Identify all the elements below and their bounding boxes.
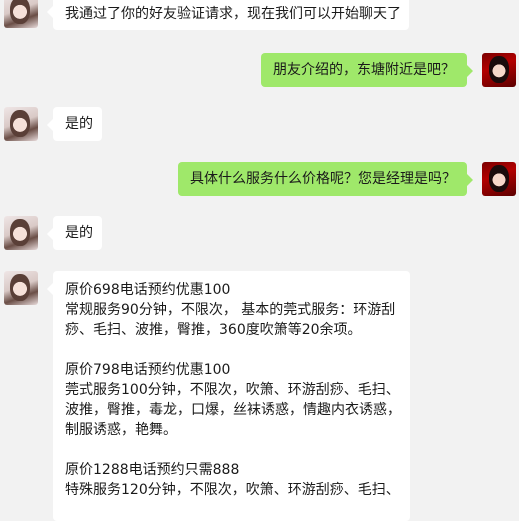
message-bubble-received: 是的 [47, 107, 102, 141]
user-avatar[interactable] [482, 53, 516, 87]
contact-avatar[interactable] [4, 0, 38, 28]
message-line: 莞式服务100分钟，不限次，吹箫、环游刮痧、毛扫、 [65, 382, 400, 398]
message-bubble-received-long: 原价698电话预约优惠100 常规服务90分钟，不限次， 基本的莞式服务：环游刮… [47, 271, 410, 521]
message-text: 是的 [65, 225, 93, 241]
contact-avatar[interactable] [4, 107, 38, 141]
message-bubble-received: 我通过了你的好友验证请求，现在我们可以开始聊天了 [47, 0, 409, 30]
message-line: 原价1288电话预约只需888 [65, 462, 240, 478]
contact-avatar[interactable] [4, 216, 38, 250]
message-line: 制服诱惑，艳舞。 [65, 422, 177, 438]
message-bubble-received: 是的 [47, 216, 102, 250]
message-line-gap [65, 440, 398, 460]
user-avatar[interactable] [482, 162, 516, 196]
contact-avatar[interactable] [4, 271, 38, 305]
message-line: 波推，臀推，毒龙，口爆，丝袜诱惑，情趣内衣诱惑， [65, 402, 401, 418]
message-line-gap [65, 340, 398, 360]
message-line: 原价698电话预约优惠100 [65, 282, 231, 298]
message-line: 特殊服务120分钟，不限次，吹箫、环游刮痧、毛扫、 [65, 482, 400, 498]
message-line: 痧、毛扫、波推，臀推，360度吹箫等20余项。 [65, 322, 362, 338]
message-bubble-sent: 朋友介绍的，东塘附近是吧？ [261, 53, 473, 87]
message-line: 常规服务90分钟，不限次， 基本的莞式服务：环游刮 [65, 302, 396, 318]
message-line: 原价798电话预约优惠100 [65, 362, 231, 378]
message-bubble-sent: 具体什么服务什么价格呢？您是经理是吗？ [178, 162, 473, 196]
message-text: 我通过了你的好友验证请求，现在我们可以开始聊天了 [65, 6, 401, 22]
message-text: 具体什么服务什么价格呢？您是经理是吗？ [190, 171, 456, 187]
message-text: 朋友介绍的，东塘附近是吧？ [273, 62, 455, 78]
message-text: 是的 [65, 116, 93, 132]
